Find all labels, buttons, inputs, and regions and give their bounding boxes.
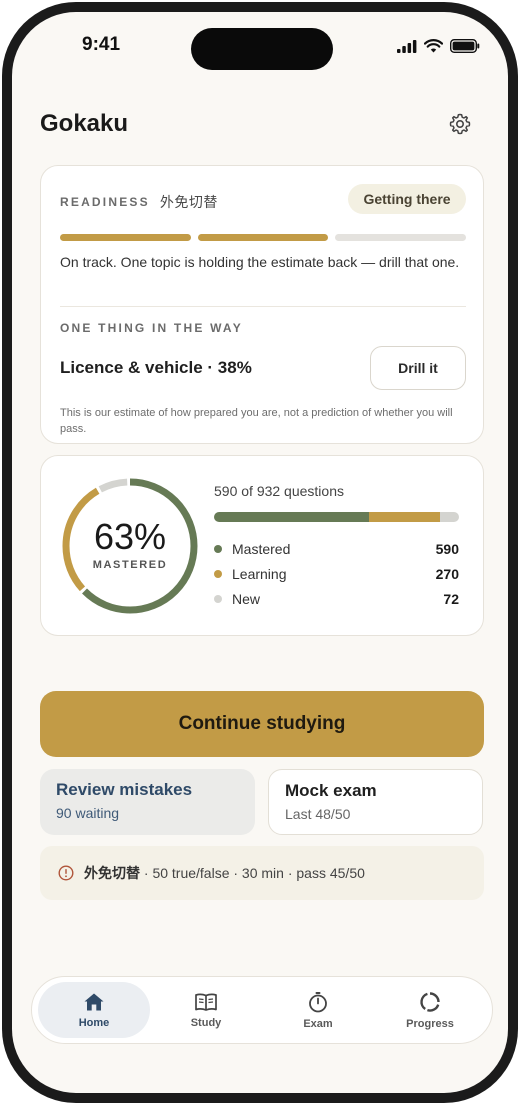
legend-value: 270 [435, 565, 459, 582]
book-icon [195, 993, 217, 1011]
legend-dot [214, 594, 222, 603]
divider [60, 306, 466, 307]
legend-dot [214, 569, 222, 578]
readiness-header: READINESS 外免切替 [60, 192, 218, 212]
review-mistakes-count: 90 waiting [56, 805, 120, 821]
continue-studying-button[interactable]: Continue studying [40, 691, 484, 757]
readiness-status-badge: Getting there [348, 184, 466, 214]
mock-exam-title: Mock exam [285, 781, 377, 800]
tab-exam[interactable]: Exam [262, 982, 374, 1038]
drill-it-button[interactable]: Drill it [370, 346, 466, 390]
legend-value: 72 [443, 590, 459, 607]
stacked-bar-segment-new [440, 512, 459, 522]
stopwatch-icon [309, 991, 327, 1012]
tab-home[interactable]: Home [38, 982, 150, 1038]
questions-summary: 590 of 932 questions [214, 483, 344, 499]
readiness-progress-bar [60, 234, 467, 241]
mock-exam-last-score: Last 48/50 [285, 806, 351, 822]
tab-study[interactable]: Study [150, 982, 262, 1038]
battery-icon [450, 39, 480, 53]
review-mistakes-title: Review mistakes [56, 780, 193, 799]
legend-row-learning: Learning 270 [214, 561, 459, 586]
status-icons [397, 39, 480, 53]
app-title: Gokaku [40, 110, 129, 137]
exam-info-strip: 外免切替 · 50 true/false · 30 min · pass 45/… [40, 846, 484, 900]
mastery-legend: Mastered 590 Learning 270 New 72 [214, 536, 459, 611]
stacked-bar-segment-learning [369, 512, 441, 522]
info-exam-name: 外免切替 [84, 865, 140, 881]
home-icon [84, 993, 104, 1010]
mastery-percent: 63% [93, 516, 167, 557]
tab-home-label: Home [78, 1016, 110, 1029]
progress-ring-icon [420, 991, 440, 1012]
blocker-eyebrow: ONE THING IN THE WAY [60, 321, 243, 335]
app-screen: 9:41 Gokaku READINESS 外免切替 Getting there… [12, 12, 508, 1093]
mastery-label: MASTERED [92, 559, 168, 571]
legend-label: Mastered [232, 540, 291, 557]
legend-label: Learning [232, 565, 287, 582]
mastery-stacked-bar [214, 512, 459, 522]
bottom-tab-bar: Home Study Exam Progress [31, 976, 493, 1044]
tab-progress[interactable]: Progress [374, 982, 486, 1038]
legend-label: New [232, 590, 261, 607]
mock-exam-tile[interactable]: Mock exam Last 48/50 [268, 769, 483, 835]
readiness-segment [335, 234, 467, 241]
readiness-card: READINESS 外免切替 Getting there On track. O… [40, 165, 484, 444]
status-time: 9:41 [82, 34, 121, 55]
phone-frame: 9:41 Gokaku READINESS 外免切替 Getting there… [2, 2, 518, 1103]
wifi-icon [424, 39, 443, 53]
info-circle-icon [58, 865, 74, 881]
blocker-topic: Licence & vehicle · 38% [60, 358, 252, 377]
mastery-card: 63% MASTERED 590 of 932 questions Master… [40, 455, 484, 636]
readiness-eyebrow: READINESS [60, 195, 150, 209]
settings-gear-icon[interactable] [448, 112, 472, 136]
tab-study-label: Study [190, 1016, 222, 1029]
legend-row-mastered: Mastered 590 [214, 536, 459, 561]
dynamic-island [191, 28, 333, 70]
readiness-disclaimer: This is our estimate of how prepared you… [60, 407, 453, 435]
readiness-exam-name: 外免切替 [159, 194, 218, 210]
tab-progress-label: Progress [406, 1017, 454, 1030]
readiness-message: On track. One topic is holding the estim… [60, 254, 460, 270]
legend-dot [214, 544, 222, 553]
readiness-segment [197, 234, 329, 241]
review-mistakes-tile[interactable]: Review mistakes 90 waiting [40, 769, 255, 835]
legend-value: 590 [435, 540, 459, 557]
stacked-bar-segment-mastered [214, 512, 370, 522]
tab-exam-label: Exam [303, 1017, 333, 1030]
cellular-signal-icon [397, 39, 417, 53]
info-exam-details: · 50 true/false · 30 min · pass 45/50 [143, 865, 365, 881]
legend-row-new: New 72 [214, 586, 459, 611]
readiness-segment [60, 234, 191, 241]
